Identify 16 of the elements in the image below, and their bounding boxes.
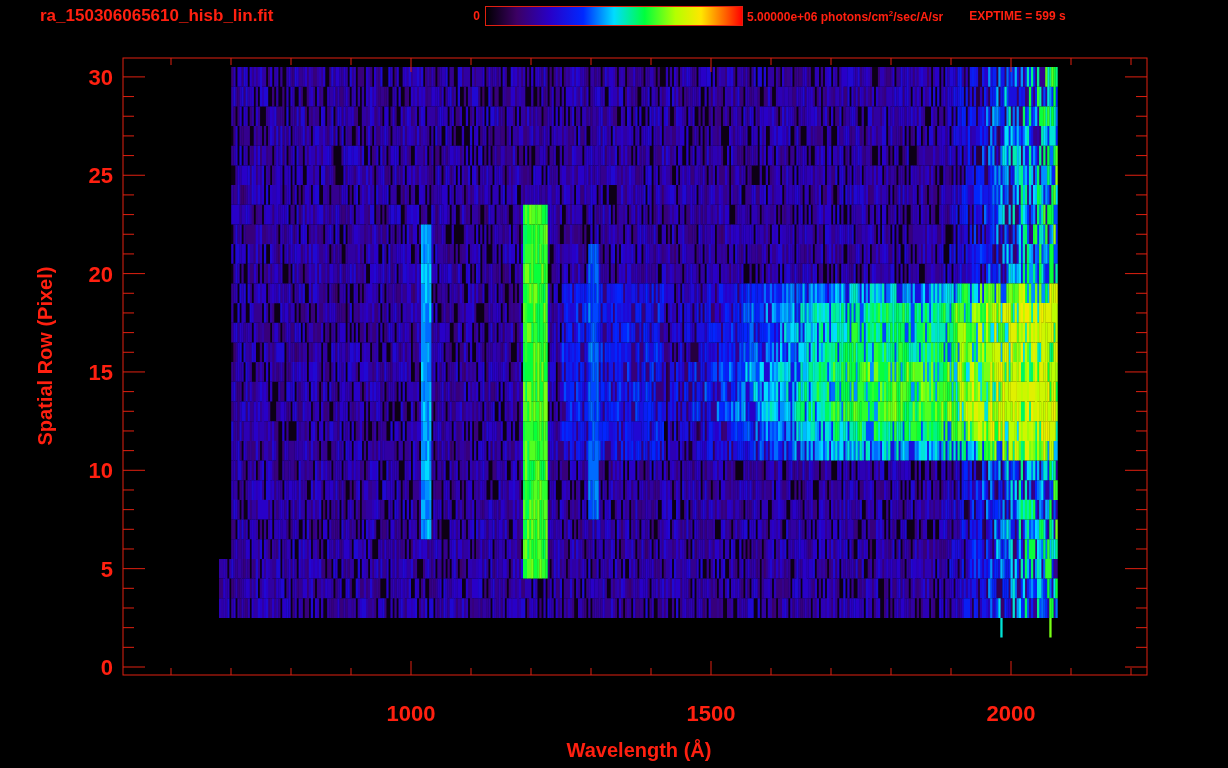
y-tick-label: 25 xyxy=(88,163,113,189)
colorbar-max-label: 5.00000e+06 photons/cm$^{2}$/sec/A/sr xyxy=(747,8,944,24)
x-tick-label: 1000 xyxy=(386,701,436,726)
y-tick-label: 15 xyxy=(88,359,113,385)
x-axis-label: Wavelength (Å) xyxy=(566,739,712,761)
file-title: ra_150306065610_hisb_lin.fit xyxy=(40,6,275,26)
y-tick-label: 20 xyxy=(88,261,113,287)
y-axis-label: Spatial Row (Pixel) xyxy=(34,266,56,446)
colorbar-min-label: 0 xyxy=(472,9,480,23)
y-tick-label: 0 xyxy=(100,655,113,680)
y-tick-label: 5 xyxy=(100,556,113,582)
x-tick-label: 2000 xyxy=(986,701,1036,726)
y-tick-label: 10 xyxy=(88,458,113,484)
y-tick-label: 30 xyxy=(88,64,113,90)
x-tick-label: 1500 xyxy=(686,701,736,726)
exposure-time: EXPTIME = 599 s xyxy=(969,9,1066,23)
